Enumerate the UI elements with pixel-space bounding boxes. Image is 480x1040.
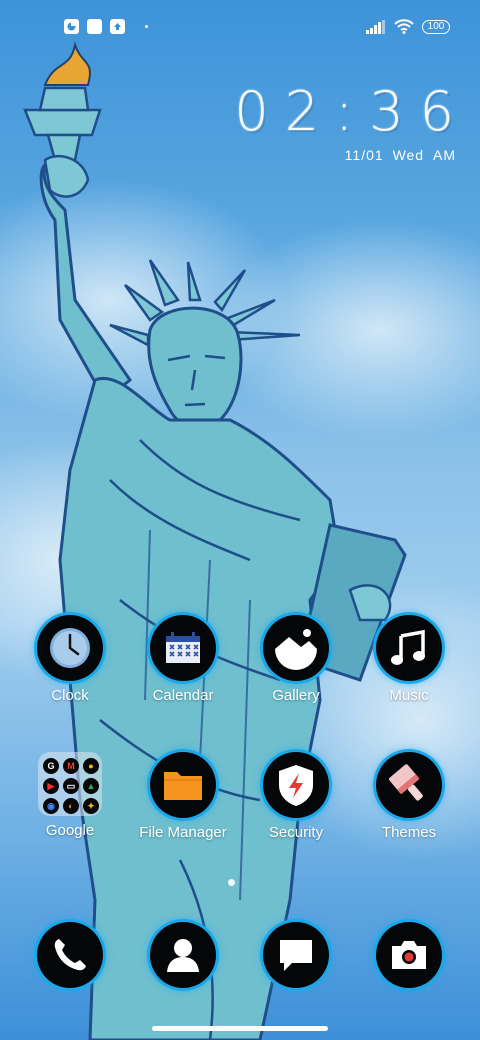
dock-phone[interactable] <box>15 922 125 988</box>
battery-icon: 100 <box>422 19 450 34</box>
app-label-file-manager: File Manager <box>139 824 227 841</box>
notification-square-icon <box>87 19 102 34</box>
youtube-mini-icon: ▶ <box>43 778 59 794</box>
clock-date: 11/01 <box>344 147 384 163</box>
maps-mini-icon: ● <box>83 758 99 774</box>
app-label-calendar: Calendar <box>152 687 214 704</box>
duo-mini-icon: ▭ <box>63 778 79 794</box>
wifi-icon <box>394 19 414 34</box>
more-notifications-dot <box>145 25 148 28</box>
dock-contacts[interactable] <box>128 922 238 988</box>
app-gallery[interactable]: Gallery <box>241 615 351 704</box>
clock-weekday: Wed <box>392 147 425 163</box>
dock-messages[interactable] <box>241 922 351 988</box>
page-indicator <box>228 879 235 886</box>
app-google-folder[interactable]: G M ● ▶ ▭ ▲ ◉ ◐ ✦ Google <box>15 752 125 839</box>
contact-icon <box>150 922 216 988</box>
app-label-gallery: Gallery <box>272 687 320 704</box>
battery-level: 100 <box>427 21 445 32</box>
calendar-icon <box>150 615 216 681</box>
signal-icon <box>366 19 385 34</box>
status-bar: 100 <box>0 14 480 42</box>
gallery-icon <box>263 615 329 681</box>
clock-icon <box>37 615 103 681</box>
clock-widget[interactable]: 02:36 11/01 Wed AM <box>234 80 456 163</box>
app-label-security: Security <box>268 824 324 841</box>
google-search-mini-icon: G <box>43 758 59 774</box>
app-clock[interactable]: Clock <box>15 615 125 704</box>
app-label-clock: Clock <box>51 687 89 704</box>
folder-icon: G M ● ▶ ▭ ▲ ◉ ◐ ✦ <box>38 752 102 816</box>
photos-mini-icon: ✦ <box>83 798 99 814</box>
folder-orange-icon <box>150 752 216 818</box>
app-label-themes: Themes <box>381 824 437 841</box>
play-music-mini-icon: ◐ <box>63 798 79 814</box>
clock-time: 02:36 <box>234 80 470 143</box>
app-label-music: Music <box>389 687 429 704</box>
gmail-mini-icon: M <box>63 758 79 774</box>
app-music[interactable]: Music <box>354 615 464 704</box>
chrome-mini-icon: ◉ <box>43 798 59 814</box>
app-themes[interactable]: Themes <box>354 752 464 841</box>
shield-bolt-icon <box>263 752 329 818</box>
app-label-google: Google <box>45 822 95 839</box>
phone-icon <box>37 922 103 988</box>
message-icon <box>263 922 329 988</box>
app-file-manager[interactable]: File Manager <box>128 752 238 841</box>
paintbrush-icon <box>376 752 442 818</box>
clock-ampm: AM <box>433 147 456 163</box>
camera-icon <box>376 922 442 988</box>
app-calendar[interactable]: Calendar <box>128 615 238 704</box>
dock-camera[interactable] <box>354 922 464 988</box>
music-icon <box>376 615 442 681</box>
notification-upload-icon <box>110 19 125 34</box>
notification-app-icon <box>64 19 79 34</box>
drive-mini-icon: ▲ <box>83 778 99 794</box>
home-gesture-bar[interactable] <box>152 1026 328 1031</box>
app-security[interactable]: Security <box>241 752 351 841</box>
clock-date-line: 11/01 Wed AM <box>234 147 456 163</box>
